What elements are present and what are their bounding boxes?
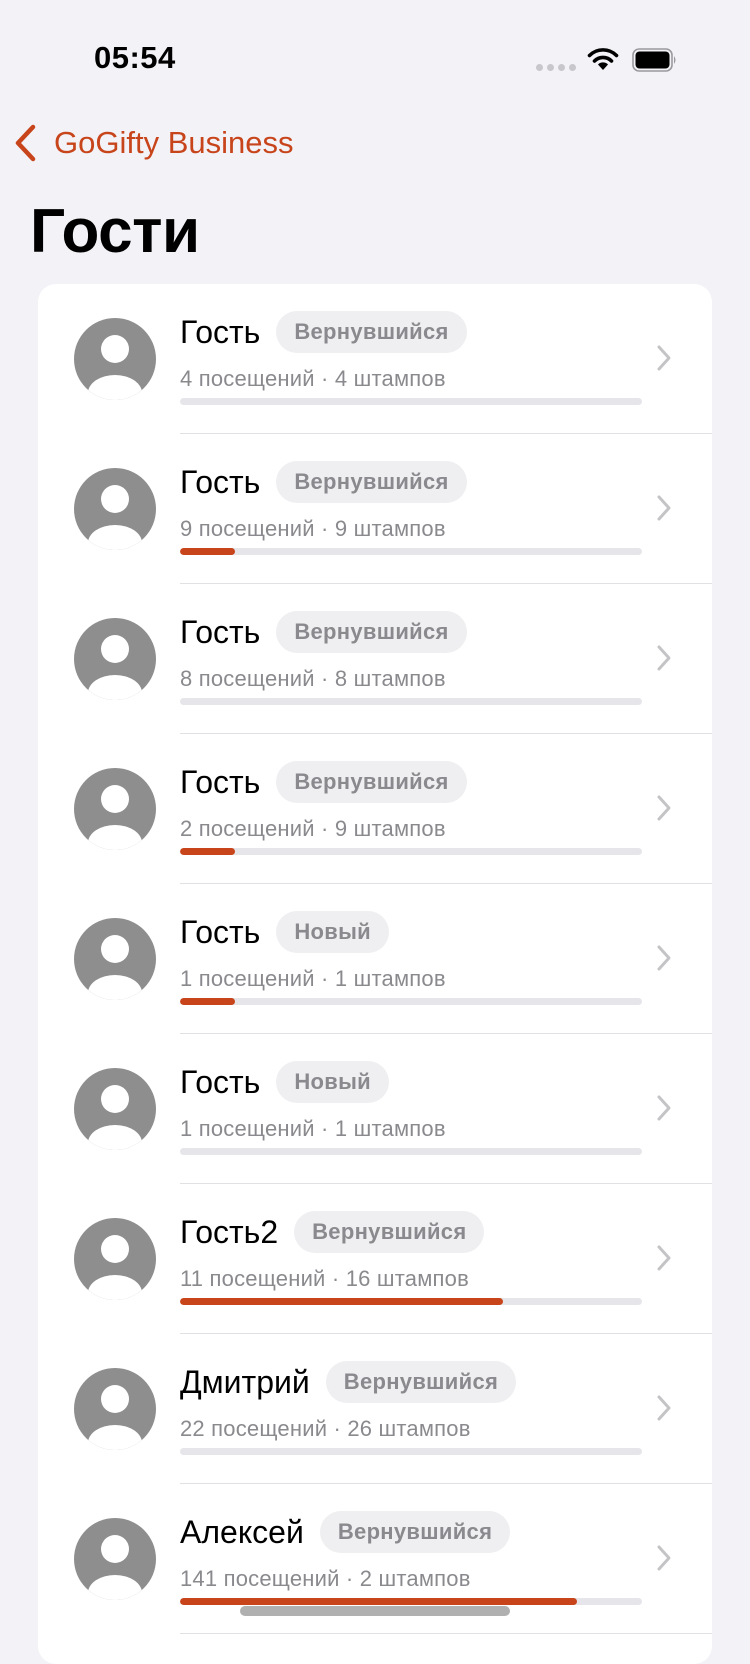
guest-header: Алексей Вернувшийся	[180, 1511, 511, 1553]
guest-header: Гость Вернувшийся	[180, 761, 467, 803]
stamp-progress-fill	[180, 1598, 578, 1605]
avatar-icon	[74, 618, 156, 700]
status-badge: Новый	[276, 911, 389, 953]
stamp-progress-bar	[180, 698, 642, 705]
status-badge: Вернувшийся	[276, 461, 467, 503]
guest-stats: 9 посещений · 9 штампов	[180, 516, 446, 541]
wifi-icon	[587, 48, 619, 70]
chevron-right-icon	[657, 645, 671, 671]
status-badge: Вернувшийся	[325, 1361, 517, 1403]
guest-name: Алексей	[180, 1513, 304, 1550]
status-badge: Вернувшийся	[276, 761, 467, 803]
chevron-left-icon	[15, 124, 36, 162]
status-badge: Вернувшийся	[294, 1211, 485, 1253]
guest-header: Гость Новый	[180, 1061, 389, 1103]
chevron-right-icon	[657, 1395, 671, 1421]
status-badge: Вернувшийся	[276, 311, 467, 353]
avatar-icon	[74, 1518, 156, 1600]
guest-name: Дмитрий	[180, 1363, 310, 1400]
avatar-icon	[74, 1068, 156, 1150]
stamp-progress-bar	[180, 998, 642, 1005]
chevron-right-icon	[657, 795, 671, 821]
guest-row[interactable]: Гость Вернувшийся 9 посещений · 9 штампо…	[38, 434, 712, 584]
chevron-right-icon	[657, 1545, 671, 1571]
stamp-progress-fill	[180, 1298, 504, 1305]
guest-row[interactable]: Гость Вернувшийся 4 посещений · 4 штампо…	[38, 284, 712, 434]
guest-name: Гость	[180, 463, 261, 500]
chevron-right-icon	[657, 1245, 671, 1271]
guest-header: Гость Новый	[180, 911, 389, 953]
avatar-icon	[74, 768, 156, 850]
stamp-progress-fill	[180, 998, 236, 1005]
guest-row[interactable]: Гость2 Вернувшийся 11 посещений · 16 шта…	[38, 1184, 712, 1334]
guest-header: Гость Вернувшийся	[180, 311, 467, 353]
back-label: GoGifty Business	[54, 125, 294, 160]
status-badge: Новый	[276, 1061, 389, 1103]
stamp-progress-bar	[180, 1598, 642, 1605]
guest-name: Гость	[180, 613, 261, 650]
guest-row[interactable]: Дмитрий Вернувшийся 22 посещений · 26 шт…	[38, 1334, 712, 1484]
chevron-right-icon	[657, 1095, 671, 1121]
signal-dots-icon	[536, 64, 576, 71]
chevron-right-icon	[657, 945, 671, 971]
avatar-icon	[74, 918, 156, 1000]
avatar-icon	[74, 1368, 156, 1450]
guest-name: Гость	[180, 313, 261, 350]
status-time: 05:54	[94, 40, 176, 75]
guest-row[interactable]: Гость Новый 1 посещений · 1 штампов	[38, 1034, 712, 1184]
guest-row[interactable]: Гость Новый 1 посещений · 1 штампов	[38, 884, 712, 1034]
stamp-progress-fill	[180, 848, 236, 855]
stamp-progress-bar	[180, 848, 642, 855]
guest-header: Гость Вернувшийся	[180, 611, 467, 653]
home-indicator	[240, 1606, 510, 1616]
status-bar: 05:54	[0, 0, 750, 110]
guest-row[interactable]: Гость Вернувшийся 8 посещений · 8 штампо…	[38, 584, 712, 734]
avatar-icon	[74, 468, 156, 550]
stamp-progress-bar	[180, 1148, 642, 1155]
guest-stats: 1 посещений · 1 штампов	[180, 966, 446, 991]
back-button[interactable]: GoGifty Business	[14, 124, 293, 162]
guest-stats: 11 посещений · 16 штампов	[180, 1266, 469, 1291]
guest-stats: 2 посещений · 9 штампов	[180, 816, 446, 841]
stamp-progress-bar	[180, 1298, 642, 1305]
stamp-progress-fill	[180, 548, 236, 555]
guest-name: Гость	[180, 913, 261, 950]
guest-name: Гость2	[180, 1213, 279, 1250]
page-title: Гости	[30, 197, 200, 266]
stamp-progress-bar	[180, 548, 642, 555]
guest-stats: 141 посещений · 2 штампов	[180, 1566, 471, 1591]
guest-stats: 1 посещений · 1 штампов	[180, 1116, 446, 1141]
guest-stats: 4 посещений · 4 штампов	[180, 366, 446, 391]
avatar-icon	[74, 1218, 156, 1300]
guest-stats: 22 посещений · 26 штампов	[180, 1416, 471, 1441]
guest-name: Гость	[180, 1063, 261, 1100]
guest-row[interactable]: Гость Вернувшийся 2 посещений · 9 штампо…	[38, 734, 712, 884]
guest-name: Гость	[180, 763, 261, 800]
status-badge: Вернувшийся	[276, 611, 467, 653]
guest-stats: 8 посещений · 8 штампов	[180, 666, 446, 691]
status-badge: Вернувшийся	[319, 1511, 511, 1553]
battery-icon	[632, 48, 676, 72]
stamp-progress-bar	[180, 1448, 642, 1455]
guest-list: Гость Вернувшийся 4 посещений · 4 штампо…	[38, 284, 712, 1664]
chevron-right-icon	[657, 345, 671, 371]
guest-header: Дмитрий Вернувшийся	[180, 1361, 517, 1403]
stamp-progress-bar	[180, 398, 642, 405]
guest-header: Гость Вернувшийся	[180, 461, 467, 503]
chevron-right-icon	[657, 495, 671, 521]
avatar-icon	[74, 318, 156, 400]
guest-header: Гость2 Вернувшийся	[180, 1211, 485, 1253]
